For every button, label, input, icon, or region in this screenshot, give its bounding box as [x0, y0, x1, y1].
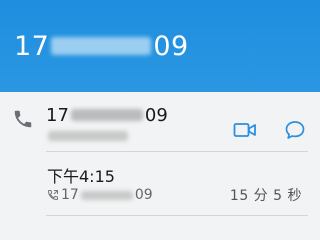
message-icon[interactable]	[284, 119, 306, 141]
log-number-suffix: 09	[134, 187, 153, 203]
redacted-digits	[70, 109, 143, 121]
contact-header: 17 09	[0, 0, 320, 92]
call-log-number: 17 09	[47, 186, 153, 204]
redacted-digits	[51, 37, 152, 55]
redacted-digits	[80, 190, 133, 200]
divider	[46, 215, 308, 216]
phone-icon	[14, 110, 32, 128]
contact-phone-number[interactable]: 17 09	[46, 103, 168, 127]
header-phone-number: 17 09	[14, 30, 189, 62]
call-duration: 15 分 5 秒	[229, 188, 302, 204]
header-number-suffix: 09	[153, 30, 189, 62]
contact-number-suffix: 09	[144, 104, 168, 126]
header-number-prefix: 17	[14, 30, 50, 62]
log-number-prefix: 17	[61, 187, 79, 203]
redacted-number-location	[48, 131, 128, 141]
video-call-icon[interactable]	[233, 121, 257, 139]
call-time: 下午4:15	[47, 167, 115, 186]
outgoing-call-icon	[47, 190, 58, 201]
contact-number-prefix: 17	[46, 104, 69, 126]
divider	[46, 151, 308, 152]
